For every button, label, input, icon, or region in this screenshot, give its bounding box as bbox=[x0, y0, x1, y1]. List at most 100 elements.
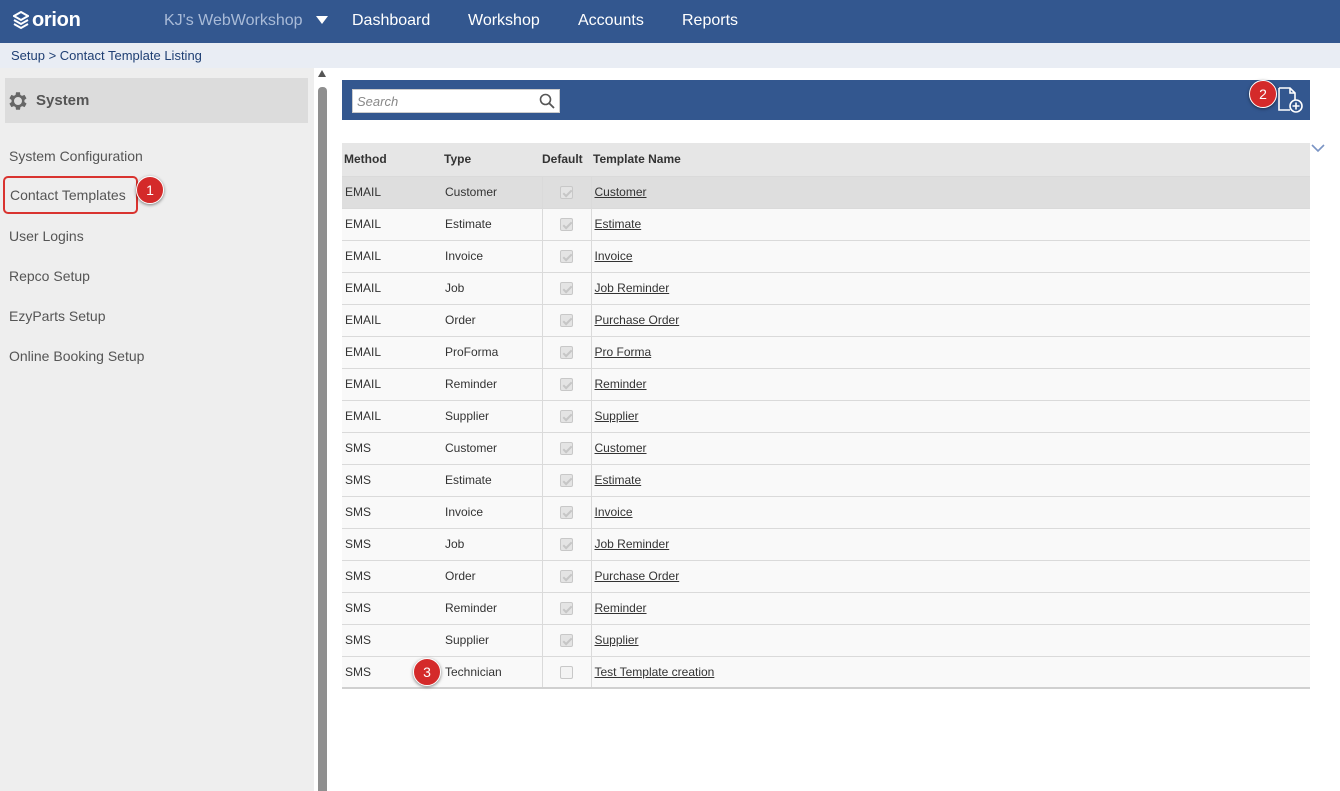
default-checkbox bbox=[560, 570, 573, 584]
cell-method: SMS bbox=[342, 527, 442, 560]
cell-template-name: Reminder bbox=[591, 591, 1310, 624]
template-name-link[interactable]: Test Template creation bbox=[595, 665, 715, 679]
breadcrumb-bar: Setup > Contact Template Listing bbox=[0, 43, 1340, 68]
default-checkbox bbox=[560, 250, 573, 264]
template-name-link[interactable]: Invoice bbox=[595, 249, 633, 263]
orion-logo-icon bbox=[13, 10, 29, 29]
column-header-template-name[interactable]: Template Name bbox=[591, 143, 1310, 176]
nav-accounts[interactable]: Accounts bbox=[578, 12, 644, 30]
breadcrumb: Setup > Contact Template Listing bbox=[11, 48, 202, 63]
cell-method: EMAIL bbox=[342, 335, 442, 368]
template-name-link[interactable]: Purchase Order bbox=[595, 313, 680, 327]
template-name-link[interactable]: Estimate bbox=[595, 217, 642, 231]
workshop-selector[interactable]: KJ's WebWorkshop bbox=[164, 12, 303, 30]
table-row[interactable]: SMS Reminder Reminder bbox=[342, 591, 1310, 624]
cell-method: SMS bbox=[342, 495, 442, 528]
default-checkbox bbox=[560, 602, 573, 616]
template-name-link[interactable]: Pro Forma bbox=[595, 345, 652, 359]
cell-template-name: Estimate bbox=[591, 207, 1310, 240]
cell-template-name: Invoice bbox=[591, 495, 1310, 528]
cell-method: EMAIL bbox=[342, 207, 442, 240]
cell-default bbox=[542, 559, 592, 592]
default-checkbox bbox=[560, 186, 573, 200]
sidebar-scrollbar-thumb[interactable] bbox=[318, 87, 327, 791]
top-navigation-bar: orion KJ's WebWorkshop Dashboard Worksho… bbox=[0, 0, 1340, 43]
table-row[interactable]: SMS Job Job Reminder bbox=[342, 527, 1310, 560]
sidebar-item-system-configuration[interactable]: System Configuration bbox=[9, 148, 143, 164]
default-checkbox bbox=[560, 346, 573, 360]
table-row[interactable]: EMAIL Job Job Reminder bbox=[342, 271, 1310, 304]
sidebar-item-user-logins[interactable]: User Logins bbox=[9, 228, 84, 244]
sidebar-item-ezyparts-setup[interactable]: EzyParts Setup bbox=[9, 308, 106, 324]
nav-workshop[interactable]: Workshop bbox=[468, 12, 540, 30]
cell-default bbox=[542, 463, 592, 496]
default-checkbox bbox=[560, 218, 573, 232]
template-name-link[interactable]: Job Reminder bbox=[595, 281, 670, 295]
cell-type: Job bbox=[442, 271, 543, 304]
nav-dashboard[interactable]: Dashboard bbox=[352, 12, 430, 30]
cell-type: Invoice bbox=[442, 495, 543, 528]
sidebar: System System Configuration Contact Temp… bbox=[0, 68, 314, 791]
search-icon[interactable] bbox=[539, 93, 555, 109]
cell-default bbox=[542, 239, 592, 272]
template-name-link[interactable]: Job Reminder bbox=[595, 537, 670, 551]
table-row[interactable]: EMAIL Invoice Invoice bbox=[342, 239, 1310, 272]
listing-toolbar bbox=[342, 80, 1310, 120]
cell-method: SMS bbox=[342, 463, 442, 496]
sidebar-item-online-booking-setup[interactable]: Online Booking Setup bbox=[9, 348, 144, 364]
cell-template-name: Test Template creation bbox=[591, 655, 1310, 689]
chevron-down-icon[interactable] bbox=[315, 13, 329, 27]
orion-logo[interactable]: orion bbox=[13, 9, 81, 32]
template-name-link[interactable]: Purchase Order bbox=[595, 569, 680, 583]
template-name-link[interactable]: Customer bbox=[595, 441, 647, 455]
template-name-link[interactable]: Customer bbox=[595, 185, 647, 199]
cell-type: Estimate bbox=[442, 463, 543, 496]
default-checkbox bbox=[560, 506, 573, 520]
table-row[interactable]: SMS Technician Test Template creation bbox=[342, 655, 1310, 689]
cell-type: Order bbox=[442, 303, 543, 336]
cell-template-name: Job Reminder bbox=[591, 271, 1310, 304]
default-checkbox bbox=[560, 314, 573, 328]
default-checkbox bbox=[560, 410, 573, 424]
template-name-link[interactable]: Reminder bbox=[595, 601, 647, 615]
cell-type: Estimate bbox=[442, 207, 543, 240]
nav-reports[interactable]: Reports bbox=[682, 12, 738, 30]
cell-default bbox=[542, 303, 592, 336]
table-row[interactable]: EMAIL Order Purchase Order bbox=[342, 303, 1310, 336]
table-row[interactable]: EMAIL ProForma Pro Forma bbox=[342, 335, 1310, 368]
template-name-link[interactable]: Supplier bbox=[595, 633, 639, 647]
cell-default bbox=[542, 335, 592, 368]
new-document-icon[interactable] bbox=[1276, 86, 1304, 114]
cell-template-name: Customer bbox=[591, 175, 1310, 208]
table-row[interactable]: SMS Estimate Estimate bbox=[342, 463, 1310, 496]
search-input[interactable] bbox=[357, 93, 532, 109]
table-row[interactable]: SMS Customer Customer bbox=[342, 431, 1310, 464]
cell-template-name: Purchase Order bbox=[591, 559, 1310, 592]
table-row[interactable]: SMS Order Purchase Order bbox=[342, 559, 1310, 592]
cell-type: ProForma bbox=[442, 335, 543, 368]
cell-default bbox=[542, 367, 592, 400]
cell-default bbox=[542, 655, 592, 689]
table-row[interactable]: EMAIL Reminder Reminder bbox=[342, 367, 1310, 400]
column-header-default[interactable]: Default bbox=[542, 143, 591, 176]
collapse-chevron-icon[interactable] bbox=[1311, 143, 1325, 153]
column-header-method[interactable]: Method bbox=[342, 143, 442, 176]
table-row[interactable]: EMAIL Supplier Supplier bbox=[342, 399, 1310, 432]
table-row[interactable]: EMAIL Estimate Estimate bbox=[342, 207, 1310, 240]
template-name-link[interactable]: Reminder bbox=[595, 377, 647, 391]
table-row[interactable]: SMS Invoice Invoice bbox=[342, 495, 1310, 528]
annotation-marker-2: 2 bbox=[1249, 80, 1277, 108]
table-row[interactable]: EMAIL Customer Customer bbox=[342, 175, 1310, 208]
template-name-link[interactable]: Supplier bbox=[595, 409, 639, 423]
cell-default bbox=[542, 527, 592, 560]
logo-text: orion bbox=[32, 9, 81, 31]
column-header-type[interactable]: Type bbox=[442, 143, 542, 176]
cell-template-name: Estimate bbox=[591, 463, 1310, 496]
template-name-link[interactable]: Invoice bbox=[595, 505, 633, 519]
template-name-link[interactable]: Estimate bbox=[595, 473, 642, 487]
scroll-up-arrow-icon[interactable] bbox=[318, 70, 326, 77]
table-row[interactable]: SMS Supplier Supplier bbox=[342, 623, 1310, 656]
sidebar-item-repco-setup[interactable]: Repco Setup bbox=[9, 268, 90, 284]
contact-template-table: Method Type Default Template Name EMAIL C… bbox=[342, 143, 1310, 689]
sidebar-item-contact-templates[interactable]: Contact Templates bbox=[3, 176, 138, 214]
